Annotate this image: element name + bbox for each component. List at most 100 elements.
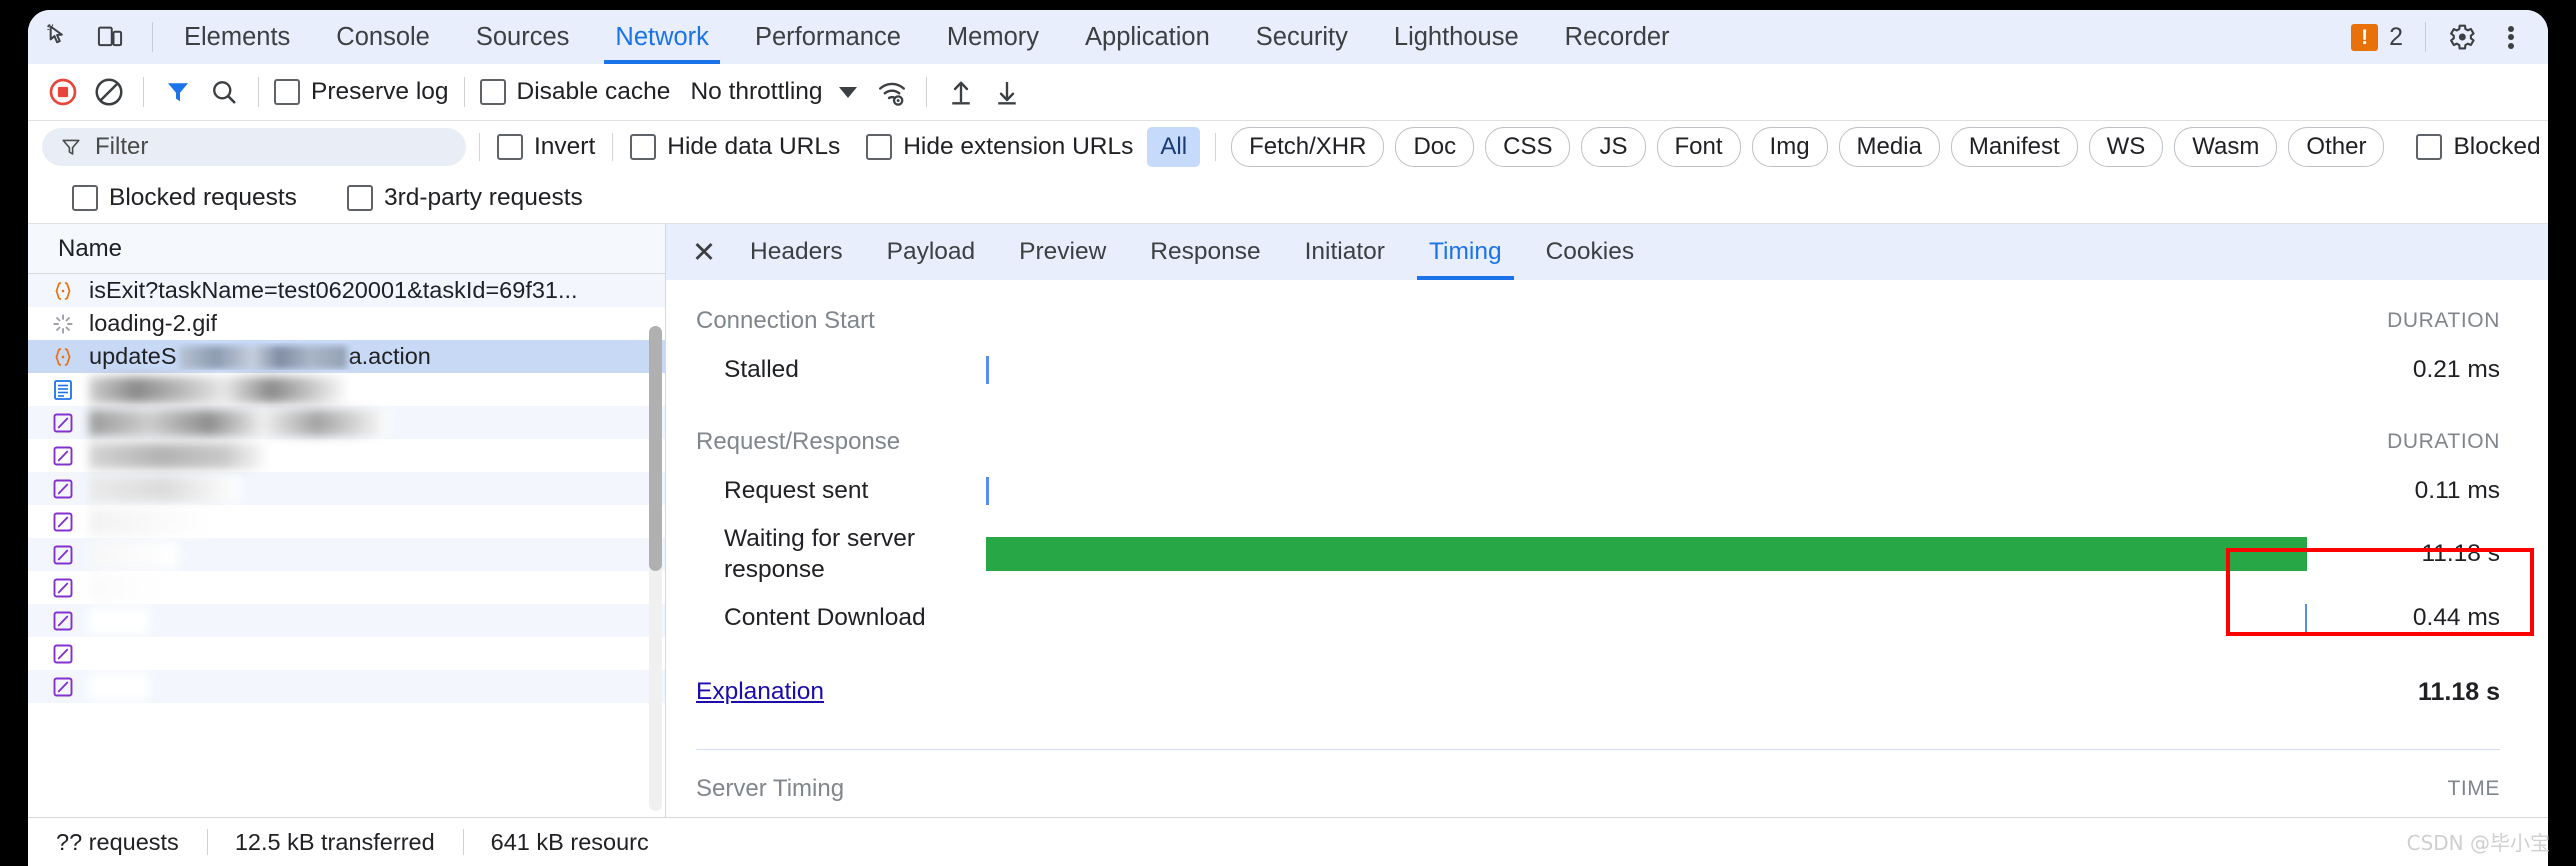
detail-tab-initiator[interactable]: Initiator xyxy=(1283,224,1407,280)
status-request-count: ?? requests xyxy=(56,828,179,855)
request-row-script[interactable] xyxy=(28,472,665,505)
blocked-requests-checkbox[interactable]: Blocked requests xyxy=(68,184,301,212)
request-row-script[interactable] xyxy=(28,571,665,604)
tab-elements[interactable]: Elements xyxy=(161,10,313,64)
timing-row-name: Stalled xyxy=(724,355,799,383)
js-script-icon xyxy=(50,542,76,568)
request-row-isexit[interactable]: isExit?taskName=test0620001&taskId=69f31… xyxy=(28,274,665,307)
clear-glyph xyxy=(95,78,123,106)
explanation-link[interactable]: Explanation xyxy=(696,678,986,706)
tab-network[interactable]: Network xyxy=(592,10,732,64)
network-conditions-glyph xyxy=(878,82,905,106)
menu-dot xyxy=(2508,25,2514,32)
filter-input[interactable]: Filter xyxy=(42,128,466,166)
close-icon[interactable]: ✕ xyxy=(680,228,728,276)
toolbar-divider xyxy=(925,77,927,107)
chip-other[interactable]: Other xyxy=(2288,127,2385,167)
network-conditions-wifi-icon[interactable] xyxy=(869,70,915,114)
redacted-request-name xyxy=(89,541,179,568)
tab-memory-label: Memory xyxy=(946,22,1040,51)
request-row-script[interactable] xyxy=(28,637,665,670)
blocked-response-cookies-checkbox[interactable]: Blocked response cookies xyxy=(2412,133,2548,161)
chip-ws[interactable]: WS xyxy=(2088,127,2164,167)
chip-css[interactable]: CSS xyxy=(1485,127,1571,167)
import-har-icon[interactable] xyxy=(938,70,984,114)
request-list-scrollbar[interactable] xyxy=(649,326,662,571)
request-row-script[interactable] xyxy=(28,670,665,703)
chip-divider xyxy=(1215,133,1217,161)
detail-tab-initiator-label: Initiator xyxy=(1304,238,1385,265)
request-row-label: updateS a.action xyxy=(89,343,431,370)
hide-extension-urls-checkbox[interactable]: Hide extension URLs xyxy=(862,133,1137,161)
detail-tab-headers[interactable]: Headers xyxy=(728,224,865,280)
network-filter-row-2: Blocked requests 3rd-party requests xyxy=(28,173,2548,224)
disable-cache-checkbox[interactable]: Disable cache xyxy=(476,78,675,106)
export-har-icon[interactable] xyxy=(984,70,1030,114)
tab-recorder[interactable]: Recorder xyxy=(1542,10,1693,64)
gear-icon[interactable] xyxy=(2438,15,2484,59)
tab-performance[interactable]: Performance xyxy=(732,10,924,64)
tab-sources[interactable]: Sources xyxy=(453,10,593,64)
section-duration-label: DURATION xyxy=(2387,309,2500,332)
chip-manifest[interactable]: Manifest xyxy=(1950,127,2078,167)
request-row-script[interactable] xyxy=(28,406,665,439)
tab-console[interactable]: Console xyxy=(313,10,453,64)
blocked-requests-box xyxy=(72,185,98,211)
detail-tab-cookies[interactable]: Cookies xyxy=(1524,224,1657,280)
request-row-script[interactable] xyxy=(28,538,665,571)
tab-application[interactable]: Application xyxy=(1062,10,1233,64)
request-row-loading-gif[interactable]: loading-2.gif xyxy=(28,307,665,340)
tab-lighthouse[interactable]: Lighthouse xyxy=(1371,10,1542,64)
detail-tab-preview[interactable]: Preview xyxy=(997,224,1128,280)
chip-all[interactable]: All xyxy=(1147,127,1201,167)
preserve-log-checkbox[interactable]: Preserve log xyxy=(270,78,453,106)
request-row-document[interactable] xyxy=(28,373,665,406)
request-list-column-header[interactable]: Name xyxy=(28,224,665,274)
menu-dot xyxy=(2508,42,2514,49)
inspect-cursor-icon[interactable] xyxy=(38,17,82,57)
request-row-script[interactable] xyxy=(28,439,665,472)
timing-row-name: Content Download xyxy=(724,603,926,631)
chip-media[interactable]: Media xyxy=(1838,127,1940,167)
detail-tab-payload[interactable]: Payload xyxy=(865,224,998,280)
filter-funnel-icon[interactable] xyxy=(155,70,201,114)
chip-img[interactable]: Img xyxy=(1751,127,1828,167)
timing-tick xyxy=(986,355,989,384)
chip-fetch-xhr[interactable]: Fetch/XHR xyxy=(1231,127,1385,167)
warning-count: 2 xyxy=(2389,22,2403,51)
detail-tab-response-label: Response xyxy=(1150,238,1261,265)
filter-placeholder: Filter xyxy=(95,133,149,160)
tab-lighthouse-label: Lighthouse xyxy=(1393,22,1519,51)
blocked-requests-label: Blocked requests xyxy=(109,184,297,211)
three-dot-menu-icon[interactable] xyxy=(2488,15,2534,59)
request-row-update-action[interactable]: updateS a.action xyxy=(28,340,665,373)
third-party-requests-checkbox[interactable]: 3rd-party requests xyxy=(343,184,587,212)
request-row-script[interactable] xyxy=(28,505,665,538)
chip-doc[interactable]: Doc xyxy=(1395,127,1475,167)
tab-security[interactable]: Security xyxy=(1233,10,1371,64)
network-body: Name isExit?taskName=test0620001&taskId=… xyxy=(28,224,2548,817)
chip-font[interactable]: Font xyxy=(1656,127,1741,167)
json-braces-glyph xyxy=(55,281,71,300)
js-script-glyph xyxy=(53,545,73,564)
request-list[interactable]: isExit?taskName=test0620001&taskId=69f31… xyxy=(28,274,665,817)
network-toolbar: Preserve log Disable cache No throttling xyxy=(28,64,2548,121)
tab-memory[interactable]: Memory xyxy=(924,10,1062,64)
invert-checkbox[interactable]: Invert xyxy=(493,133,599,161)
preserve-log-box xyxy=(274,79,300,105)
loading-spinner-glyph xyxy=(53,313,73,334)
detail-tab-timing[interactable]: Timing xyxy=(1407,224,1524,280)
hide-data-urls-checkbox[interactable]: Hide data URLs xyxy=(626,133,844,161)
disable-cache-label: Disable cache xyxy=(516,78,671,105)
device-toolbar-icon[interactable] xyxy=(88,17,132,57)
throttling-dropdown[interactable]: No throttling xyxy=(690,78,857,106)
chip-wasm[interactable]: Wasm xyxy=(2174,127,2278,167)
search-icon[interactable] xyxy=(201,70,247,114)
request-row-script[interactable] xyxy=(28,604,665,637)
clear-icon[interactable] xyxy=(86,70,132,114)
warning-badge[interactable]: ! 2 xyxy=(2341,23,2413,52)
detail-tab-response[interactable]: Response xyxy=(1128,224,1282,280)
inspect-tool-group xyxy=(38,17,144,57)
chip-js[interactable]: JS xyxy=(1581,127,1646,167)
record-stop-icon[interactable] xyxy=(40,70,86,114)
